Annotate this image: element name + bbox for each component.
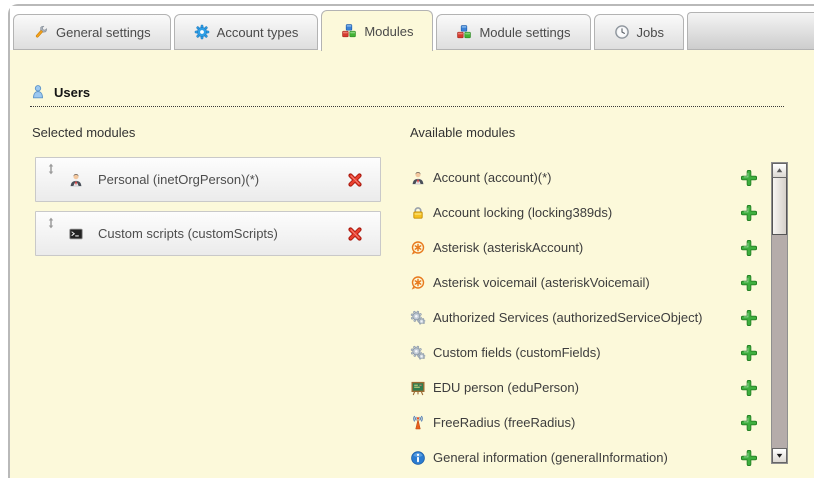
remove-module-button[interactable] <box>346 171 364 189</box>
module-label: General information (generalInformation) <box>433 450 668 465</box>
users-section-header: Users <box>30 84 784 107</box>
lock-icon <box>410 205 426 221</box>
available-module-authorized-services: Authorized Services (authorizedServiceOb… <box>410 300 758 335</box>
add-module-button[interactable] <box>740 239 758 257</box>
module-label: Asterisk voicemail (asteriskVoicemail) <box>433 275 650 290</box>
gear-icon <box>194 24 210 40</box>
gears-icon <box>410 310 426 326</box>
up-down-arrow-icon[interactable] <box>45 163 57 175</box>
green-plus-icon <box>741 380 757 396</box>
green-plus-icon <box>741 170 757 186</box>
available-modules-list: Account (account)(*) Account locking (lo… <box>410 160 758 475</box>
wrench-icon <box>33 24 49 40</box>
module-label: FreeRadius (freeRadius) <box>433 415 575 430</box>
gears-icon <box>410 345 426 361</box>
scrollbar-down-button[interactable] <box>772 448 787 463</box>
scroll-down-icon <box>775 451 784 460</box>
selected-modules-list: Personal (inetOrgPerson)(*) Custom scrip… <box>35 157 381 256</box>
red-x-icon <box>347 226 363 242</box>
selected-module-custom-scripts[interactable]: Custom scripts (customScripts) <box>35 211 381 256</box>
tab-bar: General settings Account types Modules M… <box>10 6 814 50</box>
available-modules-label: Available modules <box>410 125 515 140</box>
module-label: Personal (inetOrgPerson)(*) <box>98 172 259 187</box>
add-module-button[interactable] <box>740 379 758 397</box>
module-settings-icon <box>456 24 472 40</box>
green-plus-icon <box>741 275 757 291</box>
green-plus-icon <box>741 415 757 431</box>
tab-jobs[interactable]: Jobs <box>594 14 684 50</box>
add-module-button[interactable] <box>740 204 758 222</box>
tab-label: General settings <box>56 25 151 40</box>
available-module-custom-fields: Custom fields (customFields) <box>410 335 758 370</box>
tab-account-types[interactable]: Account types <box>174 14 319 50</box>
green-plus-icon <box>741 450 757 466</box>
modules-tab-content: Users Selected modules Available modules… <box>10 50 814 478</box>
green-plus-icon <box>741 345 757 361</box>
section-title: Users <box>54 85 90 100</box>
add-module-button[interactable] <box>740 414 758 432</box>
tab-modules[interactable]: Modules <box>321 10 433 51</box>
tab-bar-filler <box>687 12 814 50</box>
tab-module-settings[interactable]: Module settings <box>436 14 590 50</box>
antenna-icon <box>410 415 426 431</box>
selected-module-personal[interactable]: Personal (inetOrgPerson)(*) <box>35 157 381 202</box>
module-label: Account (account)(*) <box>433 170 552 185</box>
available-module-account: Account (account)(*) <box>410 160 758 195</box>
green-plus-icon <box>741 310 757 326</box>
tab-label: Account types <box>217 25 299 40</box>
add-module-button[interactable] <box>740 344 758 362</box>
available-module-freeradius: FreeRadius (freeRadius) <box>410 405 758 440</box>
modules-icon <box>341 23 357 39</box>
remove-module-button[interactable] <box>346 225 364 243</box>
green-plus-icon <box>741 240 757 256</box>
up-down-arrow-icon[interactable] <box>45 217 57 229</box>
scrollbar-track[interactable] <box>772 235 787 448</box>
green-plus-icon <box>741 205 757 221</box>
chalkboard-icon <box>410 380 426 396</box>
module-label: Custom fields (customFields) <box>433 345 601 360</box>
user-icon <box>30 84 46 100</box>
clock-icon <box>614 24 630 40</box>
info-icon <box>410 450 426 466</box>
settings-panel: General settings Account types Modules M… <box>8 4 814 478</box>
available-module-asterisk-voicemail: Asterisk voicemail (asteriskVoicemail) <box>410 265 758 300</box>
add-module-button[interactable] <box>740 449 758 467</box>
tab-label: Jobs <box>637 25 664 40</box>
tab-label: Modules <box>364 24 413 39</box>
terminal-icon <box>68 226 84 242</box>
module-label: Asterisk (asteriskAccount) <box>433 240 583 255</box>
module-label: Authorized Services (authorizedServiceOb… <box>433 310 703 325</box>
tab-label: Module settings <box>479 25 570 40</box>
available-module-edu-person: EDU person (eduPerson) <box>410 370 758 405</box>
asterisk-icon <box>410 275 426 291</box>
add-module-button[interactable] <box>740 169 758 187</box>
red-x-icon <box>347 172 363 188</box>
add-module-button[interactable] <box>740 309 758 327</box>
person-icon <box>410 170 426 186</box>
scrollbar-thumb[interactable] <box>772 178 787 235</box>
available-modules-scrollbar <box>771 162 788 464</box>
add-module-button[interactable] <box>740 274 758 292</box>
scrollbar-up-button[interactable] <box>772 163 787 178</box>
selected-modules-label: Selected modules <box>32 125 135 140</box>
module-label: EDU person (eduPerson) <box>433 380 579 395</box>
asterisk-icon <box>410 240 426 256</box>
tab-general-settings[interactable]: General settings <box>13 14 171 50</box>
person-icon <box>68 172 84 188</box>
available-module-account-locking: Account locking (locking389ds) <box>410 195 758 230</box>
module-label: Account locking (locking389ds) <box>433 205 612 220</box>
available-module-asterisk: Asterisk (asteriskAccount) <box>410 230 758 265</box>
module-label: Custom scripts (customScripts) <box>98 226 278 241</box>
lam-configuration-page: { "colors": { "content_background": "#fc… <box>0 0 814 478</box>
available-module-general-information: General information (generalInformation) <box>410 440 758 475</box>
scroll-up-icon <box>775 166 784 175</box>
